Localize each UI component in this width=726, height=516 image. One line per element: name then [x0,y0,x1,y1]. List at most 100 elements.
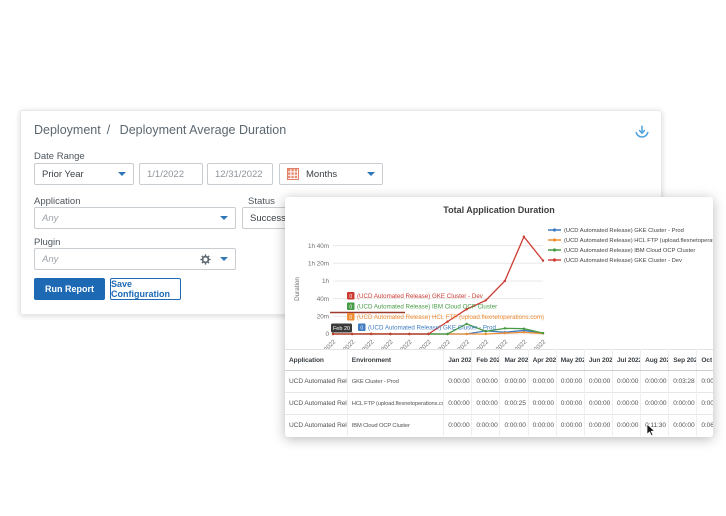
table-column-header[interactable]: Feb 2022 [472,350,500,371]
application-select[interactable]: Any [34,207,236,229]
data-point[interactable] [446,333,448,335]
run-report-button[interactable]: Run Report [34,278,105,300]
legend-marker-dot [553,248,556,251]
table-cell: 0:00:00 [556,371,584,393]
legend-item[interactable]: (UCD Automated Release) GKE Cluster - Pr… [548,228,684,234]
breadcrumb-section[interactable]: Deployment [34,123,101,137]
legend-item[interactable]: (UCD Automated Release) IBM Cloud OCP Cl… [548,248,695,254]
table-cell: UCD Automated Release [285,393,347,415]
date-range-preset-select[interactable]: Prior Year [34,163,134,185]
data-point[interactable] [465,333,467,335]
data-point[interactable] [504,327,506,329]
table-cell: 0:00:00 [697,393,713,415]
breadcrumb: Deployment/ Deployment Average Duration [34,123,292,137]
table-cell: 0:00:00 [444,371,472,393]
gear-icon [200,254,211,265]
duration-chart[interactable]: Total Application Duration020m40m1h1h 20… [285,197,713,349]
data-point[interactable] [542,259,544,261]
table-cell: 0:00:00 [472,415,500,437]
legend-item[interactable]: (UCD Automated Release) GKE Cluster - De… [548,258,682,264]
report-result-panel: Total Application Duration020m40m1h1h 20… [285,197,713,437]
start-date-input[interactable] [139,163,203,185]
tooltip-row: 0 (UCD Automated Release) GKE Cluster - P… [358,324,496,332]
data-point[interactable] [523,331,525,333]
legend-item[interactable]: (UCD Automated Release) HCL FTP (upload.… [548,238,713,244]
legend-marker-dot [553,258,556,261]
y-tick-label: 0 [325,331,329,338]
table-column-header[interactable]: Mar 2022 [500,350,528,371]
table-column-header[interactable]: May 2022 [556,350,584,371]
chevron-down-icon [220,257,228,261]
table-cell: 0:00:00 [556,393,584,415]
data-point[interactable] [332,333,334,335]
legend-marker-dot [553,238,556,241]
table-header-row: ApplicationEnvironmentJan 2022Feb 2022Ma… [285,350,713,371]
data-point[interactable] [523,327,525,329]
axis-tooltip-label: Feb 20 [333,326,350,332]
data-point[interactable] [542,332,544,334]
data-point[interactable] [523,236,525,238]
tooltip-value: 0 [349,315,352,321]
data-point[interactable] [485,299,487,301]
interval-select[interactable]: Months [279,163,383,185]
date-range-preset-value: Prior Year [42,169,112,180]
data-point[interactable] [504,280,506,282]
table-column-header[interactable]: Oct 2022 [697,350,713,371]
screen: Deployment/ Deployment Average Duration … [0,0,726,516]
chevron-down-icon [118,172,126,176]
data-point[interactable] [485,333,487,335]
plugin-select[interactable]: Any [34,248,236,270]
tooltip-value: 0 [360,326,363,332]
download-report-button[interactable] [633,123,651,141]
table-cell: 0:00:00 [528,415,556,437]
table-cell: 0:00:00 [584,371,612,393]
table-column-header[interactable]: Application [285,350,347,371]
legend-label: (UCD Automated Release) GKE Cluster - Pr… [564,228,684,234]
plugin-label: Plugin [34,237,60,248]
table-cell: 0:00:00 [472,393,500,415]
y-tick-label: 1h 40m [308,243,329,250]
save-configuration-button[interactable]: Save Configuration [110,278,181,300]
table-cell: 0:06:24 [697,415,713,437]
download-icon [633,123,651,141]
table-column-header[interactable]: Jan 2022 [444,350,472,371]
date-range-label: Date Range [34,151,85,162]
tooltip-value: 0 [349,294,352,300]
data-point[interactable] [370,333,372,335]
y-tick-label: 40m [317,296,329,303]
table-cell: UCD Automated Release [285,415,347,437]
table-column-header[interactable]: Apr 2022 [528,350,556,371]
table-cell: 0:00:00 [584,393,612,415]
interval-value: Months [306,169,361,180]
mouse-cursor [646,424,658,442]
tooltip-label: (UCD Automated Release) GKE Cluster - Pr… [368,325,496,332]
table-cell: 0:00:25 [500,393,528,415]
data-point[interactable] [504,332,506,334]
data-point[interactable] [408,333,410,335]
legend-label: (UCD Automated Release) HCL FTP (upload.… [564,238,713,244]
legend-marker-dot [553,228,556,231]
data-point[interactable] [427,333,429,335]
x-tick-label: Jan 2022 [314,338,337,349]
data-point[interactable] [389,333,391,335]
y-axis-label: Duration [294,277,301,301]
calendar-grid-icon [287,168,299,180]
table-column-header[interactable]: Sep 2022 [669,350,697,371]
table-column-header[interactable]: Aug 2022 [641,350,669,371]
y-tick-label: 1h [322,278,330,285]
table-column-header[interactable]: Jul 2022 [612,350,640,371]
table-cell: HCL FTP (upload.flexnetoperations.com) [347,393,443,415]
x-tick-label: Jul 2022 [430,338,452,349]
end-date-input[interactable] [207,163,273,185]
plugin-value: Any [42,254,200,265]
axis-tooltip: Feb 20 [331,324,352,333]
table-cell: 0:00:00 [612,371,640,393]
data-point[interactable] [351,333,353,335]
tooltip-label: (UCD Automated Release) GKE Cluster - De… [357,293,484,300]
table-column-header[interactable]: Environment [347,350,443,371]
table-cell: 0:00:00 [669,393,697,415]
chart-title: Total Application Duration [443,205,555,215]
table-cell: UCD Automated Release [285,371,347,393]
table-column-header[interactable]: Jun 2022 [584,350,612,371]
breadcrumb-separator: / [107,123,110,137]
